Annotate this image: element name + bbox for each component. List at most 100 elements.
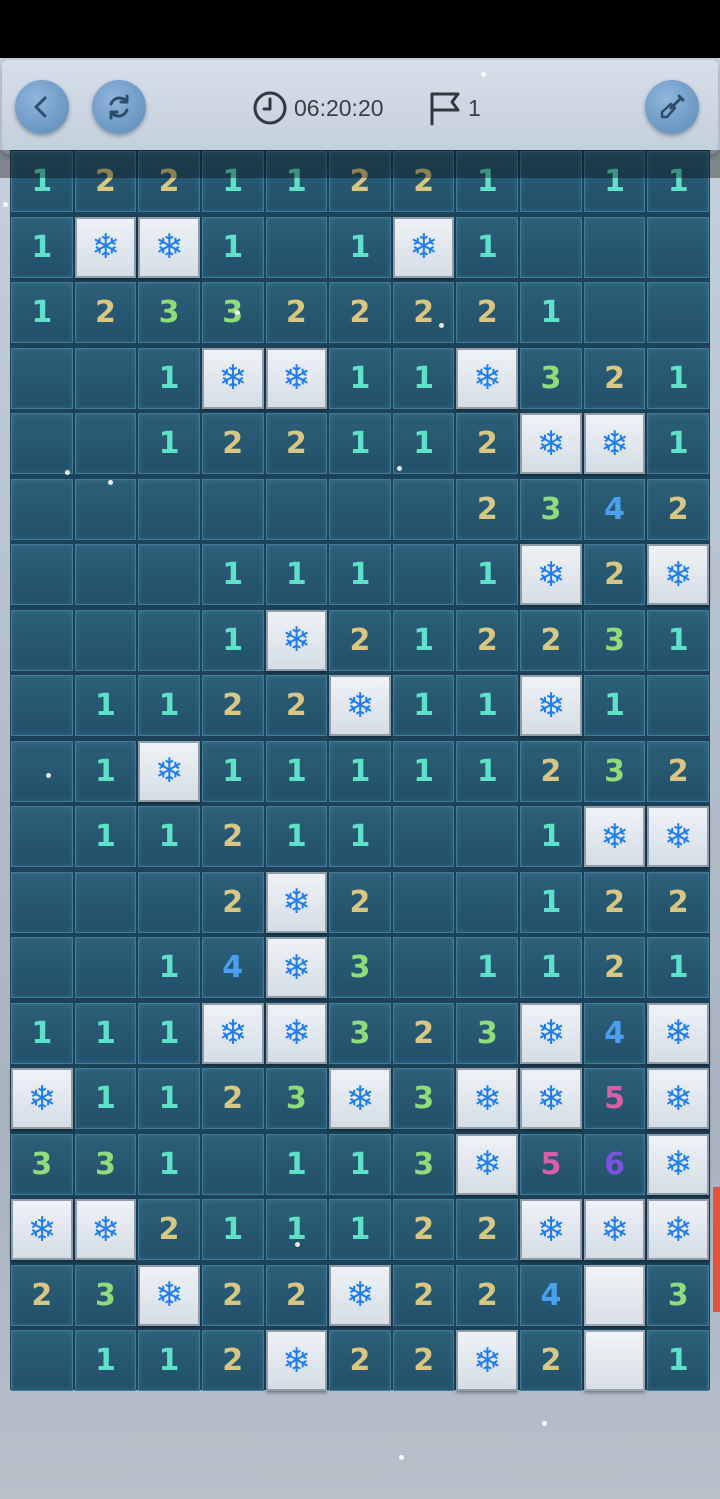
- snowflake-mine-cell[interactable]: ❄: [520, 675, 582, 736]
- number-cell[interactable]: 1: [392, 347, 455, 409]
- number-cell[interactable]: 1: [456, 216, 519, 278]
- number-cell[interactable]: 2: [456, 1199, 519, 1260]
- number-cell[interactable]: 1: [74, 1002, 137, 1064]
- number-cell[interactable]: 2: [201, 871, 264, 933]
- snowflake-mine-cell[interactable]: ❄: [647, 1199, 709, 1260]
- number-cell[interactable]: 1: [520, 806, 582, 867]
- number-cell[interactable]: 1: [265, 1133, 328, 1195]
- empty-cell[interactable]: [647, 216, 709, 278]
- number-cell[interactable]: 2: [265, 1264, 328, 1326]
- number-cell[interactable]: 1: [647, 347, 709, 409]
- snowflake-mine-cell[interactable]: ❄: [583, 1199, 646, 1260]
- number-cell[interactable]: 2: [201, 806, 264, 867]
- number-cell[interactable]: 1: [74, 1068, 137, 1129]
- snowflake-mine-cell[interactable]: ❄: [11, 1199, 73, 1260]
- empty-cell[interactable]: [392, 806, 455, 867]
- number-cell[interactable]: 1: [329, 1199, 391, 1260]
- number-cell[interactable]: 2: [392, 1264, 455, 1326]
- snowflake-mine-cell[interactable]: ❄: [456, 1068, 519, 1129]
- number-cell[interactable]: 1: [138, 1133, 200, 1195]
- empty-cell[interactable]: [583, 216, 646, 278]
- snowflake-mine-cell[interactable]: ❄: [329, 1264, 391, 1326]
- number-cell[interactable]: 1: [201, 1199, 264, 1260]
- snowflake-mine-cell[interactable]: ❄: [74, 1199, 137, 1260]
- number-cell[interactable]: 2: [583, 937, 646, 998]
- empty-cell[interactable]: [74, 544, 137, 605]
- number-cell[interactable]: 1: [201, 216, 264, 278]
- number-cell[interactable]: 1: [583, 675, 646, 736]
- covered-cell[interactable]: [583, 1264, 646, 1326]
- number-cell[interactable]: 2: [647, 740, 709, 802]
- number-cell[interactable]: 2: [201, 413, 264, 474]
- snowflake-mine-cell[interactable]: ❄: [583, 806, 646, 867]
- number-cell[interactable]: 1: [647, 413, 709, 474]
- number-cell[interactable]: 2: [456, 282, 519, 343]
- empty-cell[interactable]: [265, 216, 328, 278]
- number-cell[interactable]: 2: [329, 1330, 391, 1391]
- number-cell[interactable]: 1: [456, 544, 519, 605]
- number-cell[interactable]: 2: [329, 609, 391, 671]
- snowflake-mine-cell[interactable]: ❄: [520, 1199, 582, 1260]
- empty-cell[interactable]: [74, 937, 137, 998]
- number-cell[interactable]: 6: [583, 1133, 646, 1195]
- snowflake-mine-cell[interactable]: ❄: [138, 216, 200, 278]
- snowflake-mine-cell[interactable]: ❄: [329, 675, 391, 736]
- number-cell[interactable]: 1: [138, 1002, 200, 1064]
- empty-cell[interactable]: [265, 478, 328, 540]
- number-cell[interactable]: 1: [265, 740, 328, 802]
- number-cell[interactable]: 2: [520, 740, 582, 802]
- empty-cell[interactable]: [11, 609, 73, 671]
- number-cell[interactable]: 1: [138, 1068, 200, 1129]
- number-cell[interactable]: 1: [392, 740, 455, 802]
- number-cell[interactable]: 2: [329, 871, 391, 933]
- restart-button[interactable]: [92, 80, 146, 134]
- number-cell[interactable]: 1: [329, 413, 391, 474]
- empty-cell[interactable]: [74, 413, 137, 474]
- number-cell[interactable]: 2: [583, 871, 646, 933]
- empty-cell[interactable]: [392, 544, 455, 605]
- empty-cell[interactable]: [647, 675, 709, 736]
- number-cell[interactable]: 2: [583, 347, 646, 409]
- number-cell[interactable]: 5: [583, 1068, 646, 1129]
- number-cell[interactable]: 3: [201, 282, 264, 343]
- number-cell[interactable]: 3: [647, 1264, 709, 1326]
- empty-cell[interactable]: [138, 871, 200, 933]
- snowflake-mine-cell[interactable]: ❄: [520, 1068, 582, 1129]
- snowflake-mine-cell[interactable]: ❄: [74, 216, 137, 278]
- snowflake-mine-cell[interactable]: ❄: [265, 937, 328, 998]
- snowflake-mine-cell[interactable]: ❄: [520, 413, 582, 474]
- empty-cell[interactable]: [201, 1133, 264, 1195]
- snowflake-mine-cell[interactable]: ❄: [329, 1068, 391, 1129]
- number-cell[interactable]: 2: [392, 1330, 455, 1391]
- number-cell[interactable]: 1: [11, 282, 73, 343]
- number-cell[interactable]: 3: [74, 1133, 137, 1195]
- number-cell[interactable]: 1: [520, 282, 582, 343]
- number-cell[interactable]: 1: [11, 1002, 73, 1064]
- snowflake-mine-cell[interactable]: ❄: [201, 347, 264, 409]
- empty-cell[interactable]: [329, 478, 391, 540]
- empty-cell[interactable]: [74, 871, 137, 933]
- number-cell[interactable]: 1: [74, 675, 137, 736]
- number-cell[interactable]: 2: [392, 282, 455, 343]
- side-tab[interactable]: [713, 1187, 720, 1312]
- number-cell[interactable]: 2: [456, 609, 519, 671]
- number-cell[interactable]: 2: [329, 282, 391, 343]
- number-cell[interactable]: 2: [74, 282, 137, 343]
- snowflake-mine-cell[interactable]: ❄: [647, 1133, 709, 1195]
- empty-cell[interactable]: [11, 675, 73, 736]
- snowflake-mine-cell[interactable]: ❄: [11, 1068, 73, 1129]
- number-cell[interactable]: 3: [583, 740, 646, 802]
- number-cell[interactable]: 2: [456, 413, 519, 474]
- snowflake-mine-cell[interactable]: ❄: [265, 1330, 328, 1391]
- number-cell[interactable]: 2: [392, 1002, 455, 1064]
- number-cell[interactable]: 3: [520, 347, 582, 409]
- number-cell[interactable]: 1: [329, 806, 391, 867]
- snowflake-mine-cell[interactable]: ❄: [392, 216, 455, 278]
- empty-cell[interactable]: [456, 871, 519, 933]
- number-cell[interactable]: 1: [329, 544, 391, 605]
- number-cell[interactable]: 4: [520, 1264, 582, 1326]
- number-cell[interactable]: 3: [392, 1068, 455, 1129]
- number-cell[interactable]: 1: [520, 871, 582, 933]
- empty-cell[interactable]: [74, 347, 137, 409]
- empty-cell[interactable]: [11, 871, 73, 933]
